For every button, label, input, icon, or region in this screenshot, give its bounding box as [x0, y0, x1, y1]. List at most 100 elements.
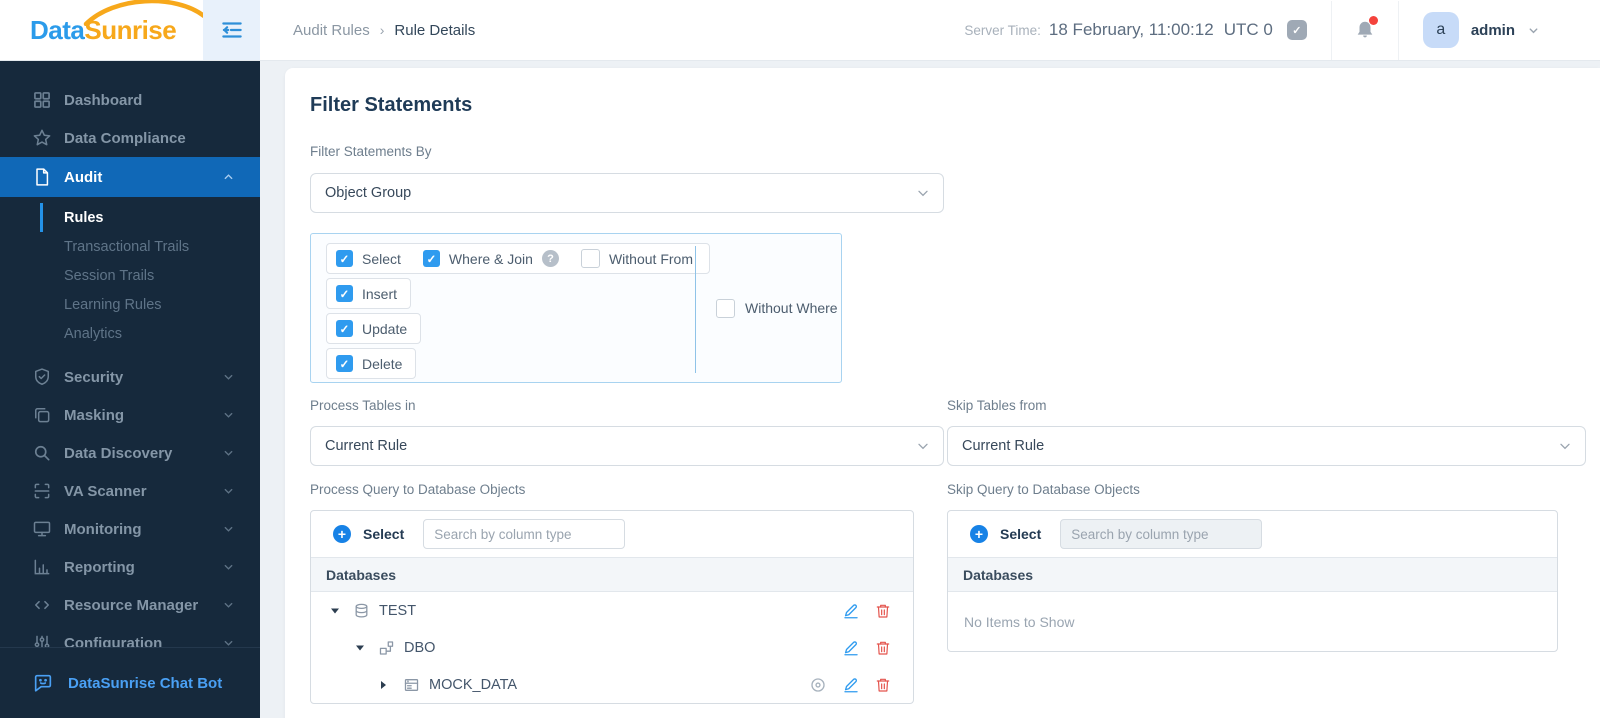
tree-caret-down-icon[interactable] [331, 608, 339, 613]
chat-bubble-icon [32, 672, 54, 694]
sidebar-item-masking[interactable]: Masking [0, 396, 260, 434]
sidebar-item-resource-manager[interactable]: Resource Manager [0, 586, 260, 624]
user-menu[interactable]: a admin [1399, 12, 1600, 48]
search-icon [32, 443, 52, 463]
update-checkbox[interactable]: ✓ [336, 320, 353, 337]
trash-icon[interactable] [875, 677, 891, 693]
process-tables-select[interactable]: Current Rule [310, 426, 944, 466]
monitor-icon [32, 519, 52, 539]
sidebar-item-label: Configuration [64, 634, 163, 649]
breadcrumb: Audit Rules › Rule Details [293, 0, 475, 60]
statement-types-row: ✓ Select ✓ Where & Join? Without From [326, 243, 710, 274]
statement-option-update: ✓ Update [326, 313, 422, 344]
sidebar-item-dashboard[interactable]: Dashboard [0, 81, 260, 119]
sidebar-item-reporting[interactable]: Reporting [0, 548, 260, 586]
logo-text-data: Data [30, 14, 85, 45]
where-join-checkbox[interactable]: ✓ [422, 250, 440, 267]
sidebar-item-data-discovery[interactable]: Data Discovery [0, 434, 260, 472]
skip-objects-select-button[interactable]: Select [1000, 526, 1041, 542]
sidebar-subitem-analytics[interactable]: Analytics [0, 319, 260, 348]
chevron-down-icon [915, 185, 931, 201]
bar-chart-icon [32, 557, 52, 577]
tree-row-mock-data[interactable]: MOCK_DATA [311, 666, 913, 703]
insert-checkbox[interactable]: ✓ [336, 285, 353, 302]
without-where-checkbox[interactable] [716, 298, 735, 318]
page-title: Filter Statements [310, 94, 473, 116]
skip-tables-select[interactable]: Current Rule [947, 426, 1586, 466]
delete-checkbox[interactable]: ✓ [336, 355, 353, 372]
chevron-down-icon [223, 372, 234, 383]
sidebar-collapse-button[interactable] [203, 0, 260, 60]
breadcrumb-separator: › [379, 22, 385, 38]
sidebar-subitem-rules[interactable]: Rules [0, 203, 260, 232]
server-timezone: UTC 0 [1223, 20, 1273, 39]
plus-circle-icon[interactable]: + [970, 525, 988, 543]
edit-pencil-icon[interactable] [842, 602, 860, 620]
sidebar-nav: Dashboard Data Compliance Audit Rules Transa… [0, 60, 260, 648]
process-objects-toolbar: + Select [311, 511, 913, 558]
sidebar-item-chatbot[interactable]: DataSunrise Chat Bot [0, 647, 260, 718]
tree-node-name: MOCK_DATA [429, 676, 518, 693]
process-objects-tree: TEST DBO MOCK_DATA [311, 592, 913, 703]
masking-icon [32, 405, 52, 425]
eye-icon[interactable] [809, 676, 827, 694]
chevron-down-icon [223, 410, 234, 421]
sidebar-item-label: VA Scanner [64, 482, 147, 500]
server-time-value: 18 February, 11:00:12 [1048, 20, 1214, 39]
without-where-option: Without Where [716, 234, 838, 382]
schema-icon [378, 639, 395, 656]
skip-objects-toolbar: + Select [948, 511, 1557, 558]
edit-pencil-icon[interactable] [842, 676, 860, 694]
sidebar-subitem-learning-rules[interactable]: Learning Rules [0, 290, 260, 319]
sidebar-subitem-transactional-trails[interactable]: Transactional Trails [0, 232, 260, 261]
without-where-label: Without Where [745, 300, 838, 316]
sidebar-subitem-session-trails[interactable]: Session Trails [0, 261, 260, 290]
breadcrumb-rule-details: Rule Details [394, 21, 476, 39]
breadcrumb-audit-rules[interactable]: Audit Rules [293, 22, 370, 39]
database-icon [353, 602, 370, 619]
chevron-down-icon [1527, 24, 1540, 37]
without-from-checkbox[interactable] [580, 249, 600, 268]
user-name: admin [1470, 21, 1515, 39]
edit-pencil-icon[interactable] [842, 639, 860, 657]
subitem-label: Session Trails [64, 267, 155, 284]
trash-icon[interactable] [875, 640, 891, 656]
databases-header: Databases [948, 558, 1557, 592]
chevron-down-icon [223, 486, 234, 497]
statement-option-without-from: Without From [580, 249, 693, 268]
select-checkbox[interactable]: ✓ [336, 250, 353, 267]
process-objects-select-button[interactable]: Select [363, 526, 404, 542]
sidebar-item-label: Monitoring [64, 520, 142, 538]
plus-circle-icon[interactable]: + [333, 525, 351, 543]
shield-icon [32, 367, 52, 387]
datasunrise-logo[interactable]: Data Sunrise [30, 0, 207, 60]
avatar: a [1422, 12, 1459, 48]
help-icon[interactable]: ? [541, 250, 559, 267]
subitem-label: Analytics [64, 325, 123, 342]
tree-row-test[interactable]: TEST [311, 592, 913, 629]
tree-caret-right-icon[interactable] [381, 680, 386, 689]
process-tables-value: Current Rule [325, 438, 408, 454]
chevron-down-icon [915, 438, 931, 454]
sidebar-item-audit[interactable]: Audit [0, 157, 260, 197]
filter-statements-by-value: Object Group [325, 185, 412, 201]
code-icon [32, 595, 52, 615]
notifications-button[interactable] [1332, 0, 1398, 60]
tree-row-dbo[interactable]: DBO [311, 629, 913, 666]
trash-icon[interactable] [875, 603, 891, 619]
sliders-icon [32, 633, 52, 648]
top-header: Data Sunrise Audit Rules › Rule Details S… [0, 0, 1600, 61]
sidebar-item-va-scanner[interactable]: VA Scanner [0, 472, 260, 510]
sidebar-item-label: Resource Manager [64, 596, 199, 614]
sidebar-item-security[interactable]: Security [0, 358, 260, 396]
subitem-label: Learning Rules [64, 296, 162, 313]
filter-statements-by-select[interactable]: Object Group [310, 173, 944, 213]
process-objects-search-input[interactable] [423, 519, 626, 549]
sidebar-item-monitoring[interactable]: Monitoring [0, 510, 260, 548]
skip-objects-search-input[interactable] [1060, 519, 1263, 549]
sidebar-item-configuration[interactable]: Configuration [0, 624, 260, 648]
tree-caret-down-icon[interactable] [356, 645, 364, 650]
sidebar-item-data-compliance[interactable]: Data Compliance [0, 119, 260, 157]
chevron-down-icon [1557, 438, 1573, 454]
clipboard-check-icon[interactable]: ✓ [1286, 20, 1307, 40]
